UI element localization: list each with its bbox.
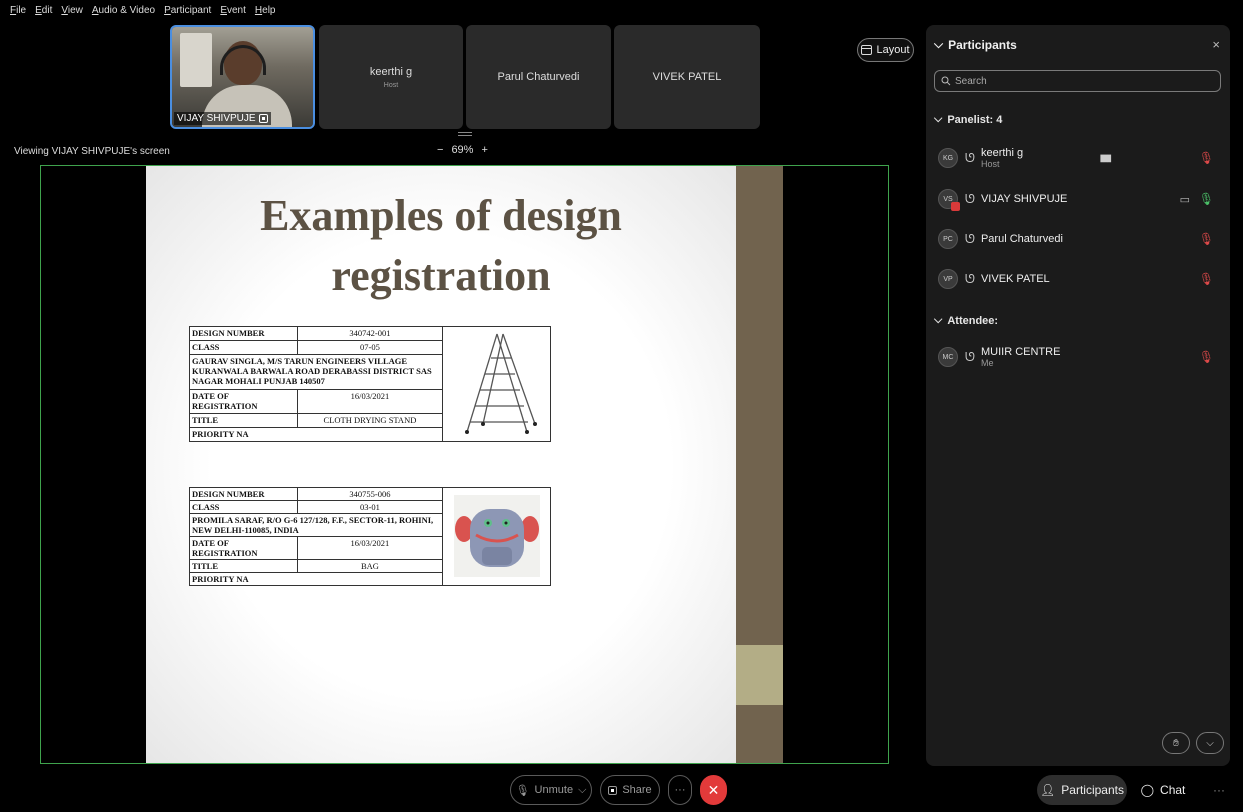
video-tile-name: keerthi g [369,65,413,78]
video-tile-parul[interactable]: Parul Chaturvedi [466,25,611,129]
thumbs-icon: ⌵ [1206,737,1214,749]
audio-level-icon: ▮▮▮ [1099,152,1111,164]
resize-handle[interactable] [458,132,472,136]
layout-button[interactable]: Layout [857,38,914,62]
avatar: VP [938,269,958,289]
panel-header[interactable]: ⌵ Participants [934,37,1017,52]
participants-panel: ⌵ Participants × Search ⌵ Panelist: 4 KG… [926,25,1230,766]
chat-tab-button[interactable]: ◯ Chat [1135,775,1191,805]
video-tile-role: Host [383,81,399,89]
screen-share-icon [258,114,268,123]
menu-edit[interactable]: Edit [35,5,52,16]
shared-screen[interactable]: Examples of design registration DESIGN N… [40,165,889,764]
menu-bar: File Edit View Audio & Video Participant… [0,0,1243,20]
attendee-section-header[interactable]: ⌵ Attendee: [934,314,998,327]
drying-stand-image [442,326,551,442]
participant-row[interactable]: PC ᘎ Parul Chaturvedi 🎙︎ [938,224,1220,254]
video-tile-name: VIJAY SHIVPUJE [174,112,271,125]
reaction-button[interactable]: ⌵ [1196,732,1224,754]
headset-icon: ᘎ [965,191,975,206]
zoom-level: 69% [451,144,474,156]
panelist-section-header[interactable]: ⌵ Panelist: 4 [934,113,1002,126]
menu-view[interactable]: View [61,5,83,16]
participant-row[interactable]: MC ᘎ MUIIR CENTRE Me 🎙︎ [938,342,1220,372]
mic-muted-icon: 🎙︎ [515,784,530,797]
slide-decoration-block [736,645,783,705]
zoom-out-button[interactable]: − [437,144,443,156]
video-tile-active-speaker[interactable]: VIJAY SHIVPUJE [170,25,315,129]
video-tile-name: VIVEK PATEL [652,71,722,83]
participant-row[interactable]: KG ᘎ keerthi g Host ▮▮▮ 🎙︎ [938,143,1220,173]
headset-icon: ᘎ [965,349,975,364]
viewing-label: Viewing VIJAY SHIVPUJE's screen [14,146,170,157]
menu-help[interactable]: Help [255,5,276,16]
avatar: PC [938,229,958,249]
design-table-1: DESIGN NUMBER 340742-001 CLASS 07-05 GAU… [188,326,551,442]
chevron-down-icon: ⌵ [934,314,943,326]
participant-row[interactable]: VP ᘎ VIVEK PATEL 🎙︎ [938,264,1220,294]
overflow-menu-button[interactable]: ··· [1208,775,1230,805]
raise-hand-button[interactable]: ✋︎ [1162,732,1190,754]
avatar: KG [938,148,958,168]
panel-title: Participants [948,37,1017,52]
chevron-down-icon: ⌵ [578,783,587,796]
presentation-slide: Examples of design registration DESIGN N… [146,166,736,763]
zoom-in-button[interactable]: + [481,144,487,156]
camera-icon[interactable]: ▭ [1180,193,1190,206]
hand-icon: ✋︎ [1173,737,1179,749]
share-icon [608,785,618,795]
headset-icon: ᘎ [965,150,975,165]
menu-audio-video[interactable]: Audio & Video [92,5,155,16]
menu-participant[interactable]: Participant [164,5,211,16]
unmute-button[interactable]: 🎙︎ Unmute ⌵ [510,775,592,805]
more-options-button[interactable]: ··· [668,775,692,805]
close-icon: ✕ [707,781,720,798]
mic-on-icon[interactable]: 🎙︎ [1199,192,1214,206]
participant-search-input[interactable]: Search [934,70,1221,92]
chevron-down-icon: ⌵ [934,113,943,125]
layout-icon [861,45,873,55]
video-tile-name: Parul Chaturvedi [497,71,580,83]
mic-muted-icon[interactable]: 🎙︎ [1199,272,1214,286]
chat-icon: ◯ [1140,783,1155,797]
mic-muted-icon[interactable]: 🎙︎ [1199,232,1214,246]
video-tile-keerthi[interactable]: keerthi g Host [319,25,463,129]
share-button[interactable]: Share [600,775,660,805]
search-icon [941,76,951,86]
slide-title: Examples of design registration [260,191,622,300]
mic-muted-icon[interactable]: 🎙︎ [1199,350,1214,364]
participants-icon: 👤︎ [1040,783,1056,797]
participant-row[interactable]: VS ᘎ VIJAY SHIVPUJE ▭ 🎙︎ [938,184,1220,214]
close-icon[interactable]: × [1212,37,1220,52]
chevron-down-icon: ⌵ [934,37,944,51]
zoom-control: − 69% + [437,144,488,156]
mic-muted-icon[interactable]: 🎙︎ [1199,151,1214,165]
video-tile-vivek[interactable]: VIVEK PATEL [614,25,760,129]
menu-event[interactable]: Event [220,5,246,16]
menu-file[interactable]: File [10,5,26,16]
bag-image [442,487,551,586]
avatar: VS [938,189,960,211]
participants-tab-button[interactable]: 👤︎ Participants [1037,775,1127,805]
leave-meeting-button[interactable]: ✕ [700,775,727,805]
headset-icon: ᘎ [965,271,975,286]
design-table-2: DESIGN NUMBER 340755-006 CLASS 03-01 PRO… [188,487,551,586]
avatar: MC [938,347,958,367]
headset-icon: ᘎ [965,231,975,246]
